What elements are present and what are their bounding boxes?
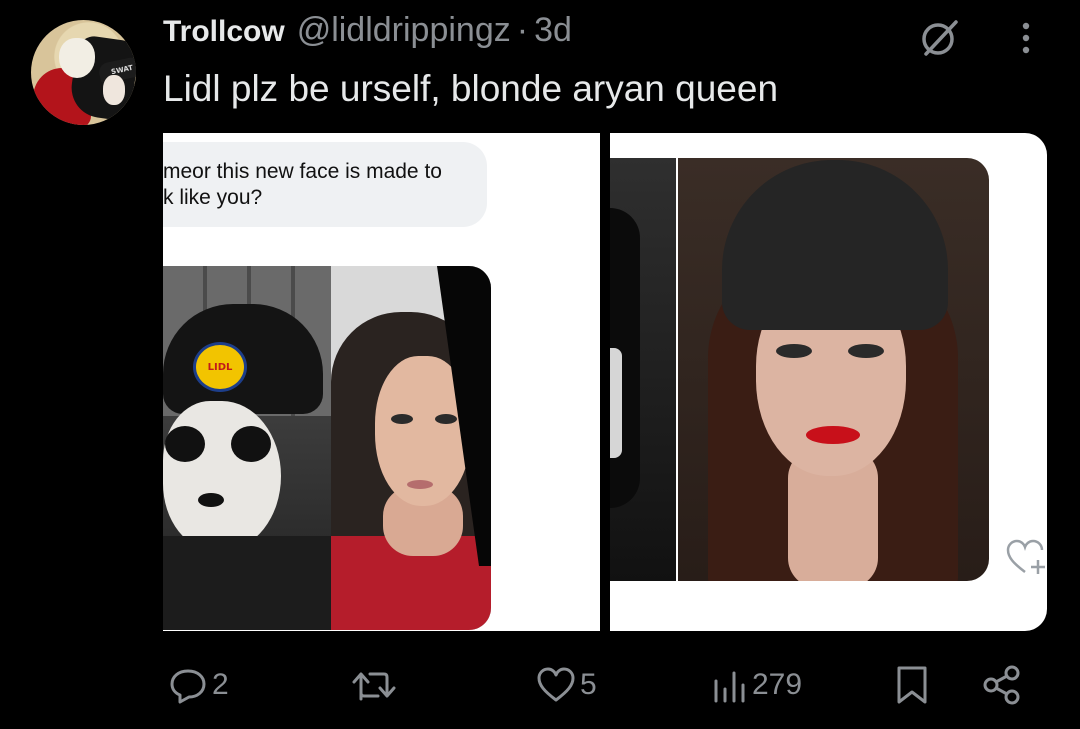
- tweet-text: Lidl plz be urself, blonde aryan queen: [163, 68, 779, 109]
- views-button[interactable]: 279: [712, 655, 802, 715]
- reply-button[interactable]: 2: [168, 655, 229, 715]
- heart-plus-icon[interactable]: [1005, 538, 1047, 578]
- person-photo: [331, 266, 491, 630]
- chat-text: meor this new face is made to k like you…: [163, 159, 442, 211]
- cartoon-character: LIDL: [163, 266, 331, 630]
- reply-icon: [170, 669, 206, 704]
- bookmark-icon: [897, 666, 927, 704]
- like-button[interactable]: 5: [536, 655, 597, 715]
- grok-icon: [922, 20, 958, 56]
- like-count: 5: [580, 668, 597, 701]
- avatar-art: [103, 75, 125, 105]
- more-vertical-icon: [1022, 22, 1030, 54]
- views-count: 279: [752, 668, 803, 701]
- user-handle[interactable]: @lidldrippingz: [297, 11, 511, 50]
- share-button[interactable]: [982, 655, 1022, 715]
- bookmark-button[interactable]: [894, 655, 930, 715]
- retweet-button[interactable]: [350, 655, 402, 715]
- views-icon: [714, 671, 745, 703]
- share-icon: [983, 665, 1020, 705]
- comparison-image: LIDL: [163, 266, 491, 630]
- tweet-header: Trollcow @lidldrippingz · 3d: [163, 11, 572, 55]
- chat-line: meor this new face is made to: [163, 160, 442, 183]
- media-image-right[interactable]: [610, 133, 1047, 631]
- chat-line: k like you?: [163, 186, 263, 209]
- heart-icon: [537, 667, 575, 702]
- separator-dot: ·: [516, 11, 529, 49]
- avatar-art: [59, 38, 95, 78]
- person-photo: [678, 158, 989, 581]
- more-options-button[interactable]: [1010, 18, 1042, 58]
- lidl-logo: LIDL: [193, 342, 247, 392]
- cropped-image-strip: [610, 158, 676, 581]
- avatar[interactable]: SWAT: [31, 20, 136, 125]
- display-name[interactable]: Trollcow: [163, 15, 285, 49]
- tweet-media[interactable]: meor this new face is made to k like you…: [163, 133, 1047, 631]
- reply-count: 2: [212, 668, 229, 701]
- retweet-icon: [352, 672, 396, 701]
- grok-button[interactable]: [918, 16, 962, 60]
- media-image-left[interactable]: meor this new face is made to k like you…: [163, 133, 600, 631]
- timestamp[interactable]: 3d: [534, 11, 572, 50]
- tweet-action-bar: 2 5 279: [0, 655, 1080, 715]
